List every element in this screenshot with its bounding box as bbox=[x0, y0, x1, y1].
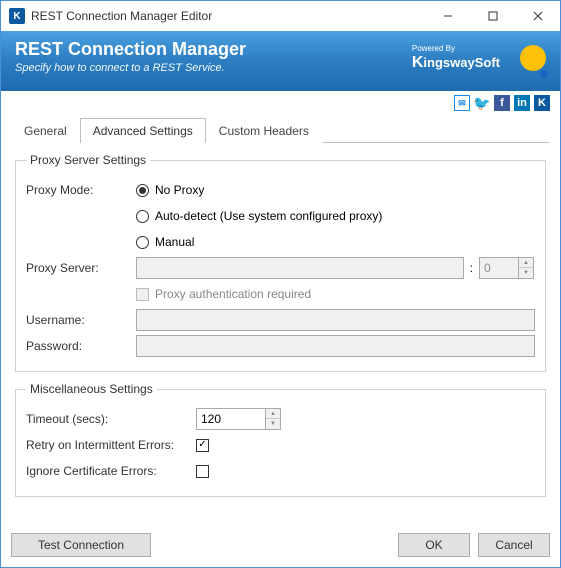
radio-icon bbox=[136, 184, 149, 197]
proxy-port-input bbox=[479, 257, 519, 279]
linkedin-icon[interactable]: in bbox=[514, 95, 530, 111]
tab-custom-headers[interactable]: Custom Headers bbox=[206, 118, 322, 143]
window-controls bbox=[425, 2, 560, 31]
brand-logo: Powered By KingswaySoft bbox=[412, 45, 500, 71]
spin-down-icon: ▼ bbox=[519, 268, 533, 278]
proxy-auth-label: Proxy authentication required bbox=[155, 287, 311, 301]
retry-row: Retry on Intermittent Errors: bbox=[26, 434, 535, 456]
password-label: Password: bbox=[26, 339, 136, 353]
username-label: Username: bbox=[26, 313, 136, 327]
facebook-icon[interactable]: f bbox=[494, 95, 510, 111]
titlebar: K REST Connection Manager Editor bbox=[1, 1, 560, 31]
mail-icon[interactable]: ✉ bbox=[454, 95, 470, 111]
tab-general[interactable]: General bbox=[11, 118, 80, 143]
timeout-row: Timeout (secs): ▲ ▼ bbox=[26, 408, 535, 430]
ignore-cert-row: Ignore Certificate Errors: bbox=[26, 460, 535, 482]
body-area: General Advanced Settings Custom Headers… bbox=[1, 115, 560, 527]
ignore-cert-checkbox[interactable] bbox=[196, 465, 209, 478]
test-connection-button[interactable]: Test Connection bbox=[11, 533, 151, 557]
timeout-label: Timeout (secs): bbox=[26, 412, 196, 426]
tab-content: Proxy Server Settings Proxy Mode: No Pro… bbox=[11, 143, 550, 521]
proxy-mode-label: Proxy Mode: bbox=[26, 183, 136, 197]
ignore-cert-label: Ignore Certificate Errors: bbox=[26, 464, 196, 478]
host-port-separator: : bbox=[470, 261, 473, 275]
social-row: ✉ 🐦 f in K bbox=[1, 91, 560, 115]
misc-settings-group: Miscellaneous Settings Timeout (secs): ▲… bbox=[15, 382, 546, 497]
retry-label: Retry on Intermittent Errors: bbox=[26, 438, 196, 452]
proxy-mode-manual-row: Manual bbox=[26, 231, 535, 253]
window-title: REST Connection Manager Editor bbox=[31, 9, 425, 23]
proxy-auth-checkbox bbox=[136, 288, 149, 301]
ks-icon[interactable]: K bbox=[534, 95, 550, 111]
proxy-server-label: Proxy Server: bbox=[26, 261, 136, 275]
brand-dots-icon bbox=[520, 45, 546, 76]
proxy-settings-group: Proxy Server Settings Proxy Mode: No Pro… bbox=[15, 153, 546, 372]
cancel-button[interactable]: Cancel bbox=[478, 533, 550, 557]
username-row: Username: bbox=[26, 309, 535, 331]
spin-up-icon: ▲ bbox=[519, 258, 533, 268]
proxy-auth-row: Proxy authentication required bbox=[26, 283, 535, 305]
button-bar: Test Connection OK Cancel bbox=[1, 527, 560, 567]
timeout-stepper[interactable]: ▲ ▼ bbox=[196, 408, 281, 430]
ok-button[interactable]: OK bbox=[398, 533, 470, 557]
proxy-mode-manual[interactable]: Manual bbox=[136, 235, 194, 249]
twitter-icon[interactable]: 🐦 bbox=[474, 95, 490, 111]
radio-icon bbox=[136, 236, 149, 249]
spin-up-icon[interactable]: ▲ bbox=[266, 409, 280, 419]
proxy-settings-legend: Proxy Server Settings bbox=[26, 153, 150, 167]
proxy-server-row: Proxy Server: : ▲ ▼ bbox=[26, 257, 535, 279]
proxy-mode-row: Proxy Mode: No Proxy bbox=[26, 179, 535, 201]
app-icon: K bbox=[9, 8, 25, 24]
proxy-mode-auto-detect[interactable]: Auto-detect (Use system configured proxy… bbox=[136, 209, 382, 223]
proxy-mode-auto-row: Auto-detect (Use system configured proxy… bbox=[26, 205, 535, 227]
radio-icon bbox=[136, 210, 149, 223]
close-button[interactable] bbox=[515, 2, 560, 31]
proxy-port-stepper: ▲ ▼ bbox=[479, 257, 535, 279]
retry-checkbox[interactable] bbox=[196, 439, 209, 452]
maximize-button[interactable] bbox=[470, 2, 515, 31]
window: K REST Connection Manager Editor REST Co… bbox=[0, 0, 561, 568]
timeout-input[interactable] bbox=[196, 408, 266, 430]
spin-down-icon[interactable]: ▼ bbox=[266, 419, 280, 429]
proxy-mode-no-proxy[interactable]: No Proxy bbox=[136, 183, 204, 197]
username-input bbox=[136, 309, 535, 331]
tab-advanced-settings[interactable]: Advanced Settings bbox=[80, 118, 206, 143]
misc-settings-legend: Miscellaneous Settings bbox=[26, 382, 157, 396]
password-input bbox=[136, 335, 535, 357]
password-row: Password: bbox=[26, 335, 535, 357]
tab-strip: General Advanced Settings Custom Headers bbox=[11, 117, 550, 143]
banner: REST Connection Manager Specify how to c… bbox=[1, 31, 560, 91]
minimize-button[interactable] bbox=[425, 2, 470, 31]
proxy-server-input bbox=[136, 257, 464, 279]
